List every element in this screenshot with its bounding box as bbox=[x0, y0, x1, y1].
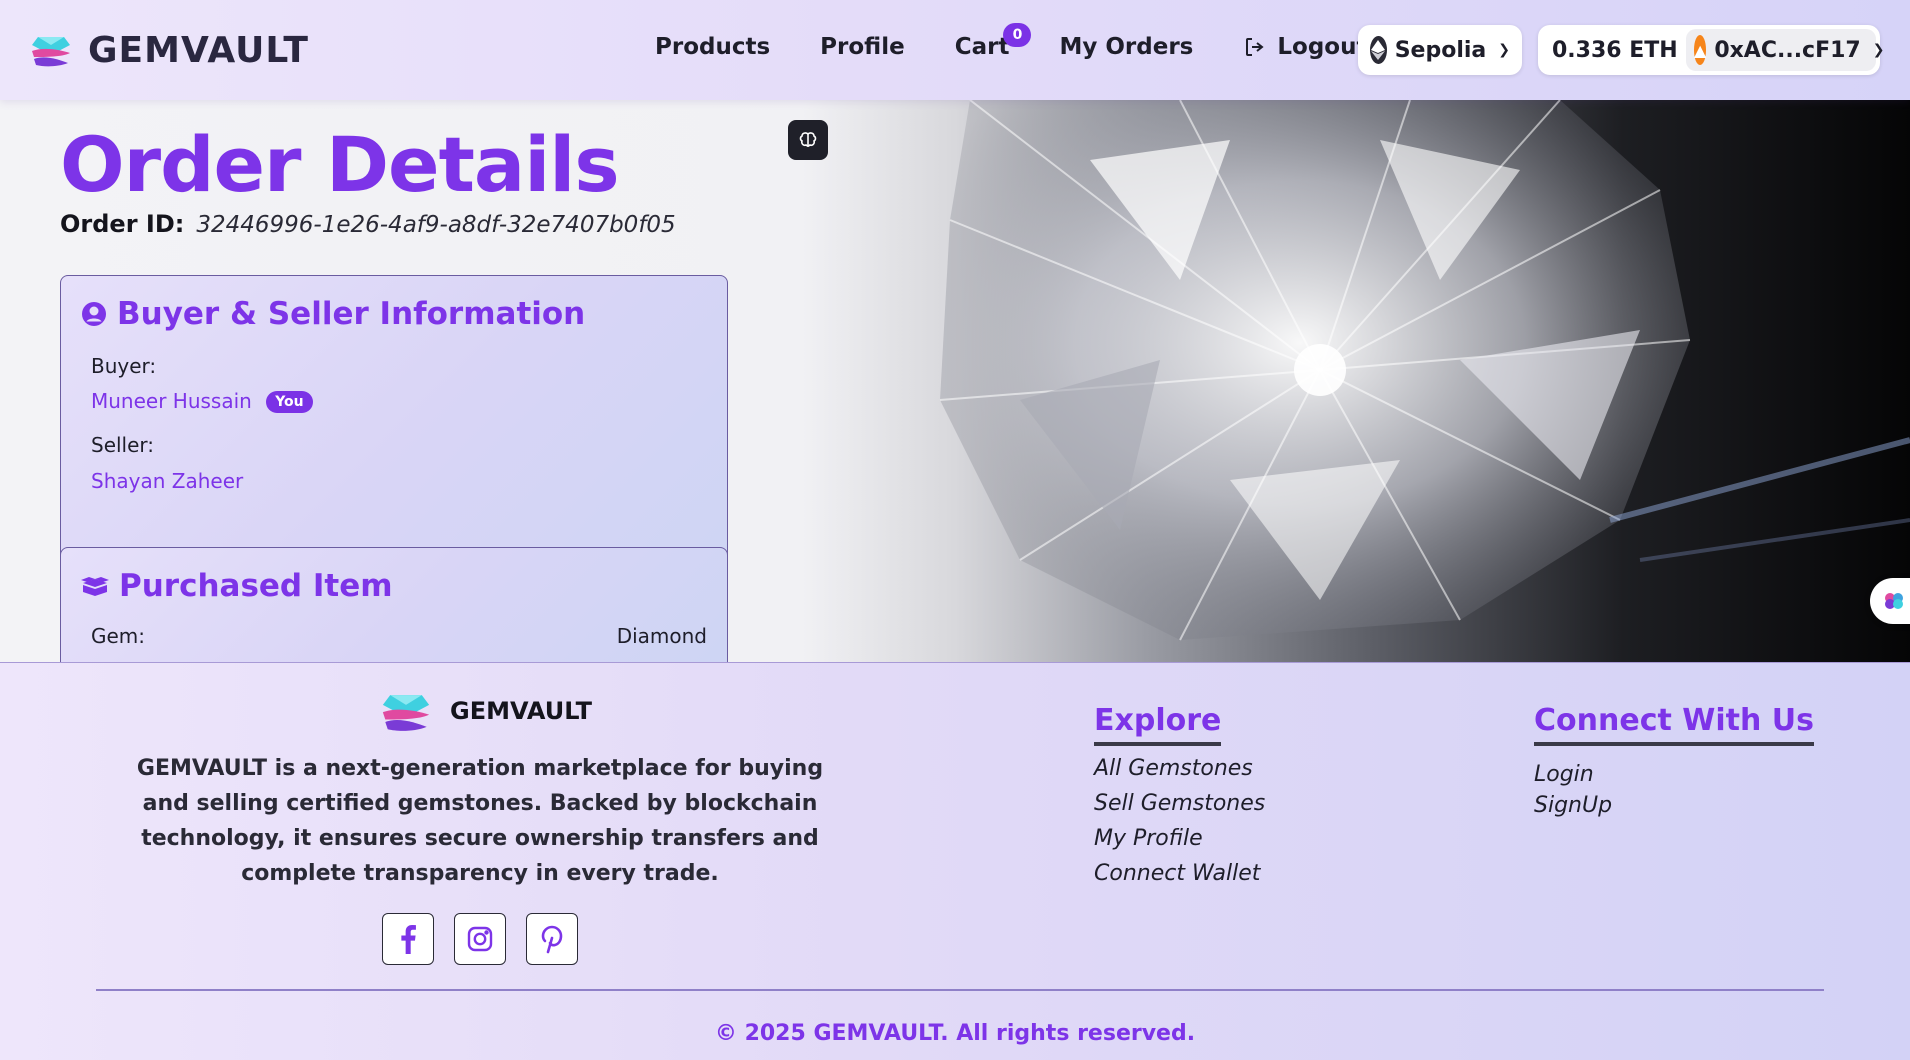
order-details-section: Order Details Order ID: 32446996-1e26-4a… bbox=[0, 100, 1910, 662]
footer-link-login[interactable]: Login bbox=[1534, 762, 1814, 787]
gem-value: Diamond bbox=[616, 624, 707, 648]
ai-assistant-button[interactable] bbox=[788, 120, 828, 160]
pinterest-link[interactable] bbox=[526, 913, 578, 965]
you-badge: You bbox=[266, 391, 313, 413]
buyer-seller-header: Buyer & Seller Information bbox=[81, 296, 585, 332]
site-footer: GEMVAULT GEMVAULT is a next-generation m… bbox=[0, 662, 1910, 1060]
order-id-label: Order ID: bbox=[60, 210, 185, 238]
facebook-icon bbox=[401, 924, 416, 954]
footer-explore-column: Explore All Gemstones Sell Gemstones My … bbox=[1094, 703, 1265, 886]
nav-cart-label: Cart bbox=[954, 34, 1010, 60]
diamond-hero-image bbox=[939, 100, 1910, 641]
seller-name-link[interactable]: Shayan Zaheer bbox=[91, 469, 243, 493]
social-links bbox=[382, 913, 578, 965]
footer-divider bbox=[96, 989, 1824, 991]
footer-link-my-profile[interactable]: My Profile bbox=[1094, 826, 1265, 851]
buyer-name: Muneer Hussain bbox=[91, 389, 252, 413]
order-id-value: 32446996-1e26-4af9-a8df-32e7407b0f05 bbox=[196, 212, 676, 238]
cart-count-badge: 0 bbox=[1003, 23, 1032, 47]
network-selector[interactable]: Sepolia ❯ bbox=[1358, 25, 1522, 75]
logout-icon bbox=[1246, 38, 1264, 56]
nav-logout[interactable]: Logout bbox=[1243, 34, 1367, 60]
chevron-down-icon: ❯ bbox=[1498, 42, 1510, 58]
metamask-fox-icon: ▲ bbox=[1694, 35, 1707, 65]
copyright-text: © 2025 GEMVAULT. All rights reserved. bbox=[714, 1021, 1196, 1046]
footer-brand[interactable]: GEMVAULT bbox=[378, 683, 592, 739]
instagram-icon bbox=[467, 926, 493, 952]
nav-cart[interactable]: Cart 0 bbox=[954, 23, 1032, 60]
footer-brand-name: GEMVAULT bbox=[450, 697, 592, 725]
nav-products[interactable]: Products bbox=[655, 34, 770, 60]
order-id-row: Order ID: 32446996-1e26-4af9-a8df-32e740… bbox=[60, 210, 676, 238]
footer-description: GEMVAULT is a next-generation marketplac… bbox=[136, 756, 824, 886]
colorful-brain-icon bbox=[1885, 593, 1903, 609]
buyer-name-link[interactable]: Muneer Hussain You bbox=[91, 389, 313, 413]
brain-icon bbox=[799, 132, 817, 147]
gem-label: Gem: bbox=[91, 624, 146, 648]
account-chip[interactable]: ▲ 0xAC...cF17 ❯ bbox=[1686, 29, 1884, 71]
explore-title: Explore bbox=[1094, 703, 1222, 746]
pinterest-icon bbox=[541, 925, 563, 954]
page-title: Order Details bbox=[60, 120, 620, 209]
gem-logo-icon bbox=[382, 695, 430, 731]
purchased-item-header: Purchased Item bbox=[81, 568, 393, 604]
nav-logout-label: Logout bbox=[1277, 34, 1368, 60]
footer-link-connect-wallet[interactable]: Connect Wallet bbox=[1094, 861, 1265, 886]
network-label: Sepolia bbox=[1394, 37, 1487, 63]
seller-label: Seller: bbox=[91, 433, 155, 457]
top-navbar: GEMVAULT Products Profile Cart 0 My Orde… bbox=[0, 0, 1910, 100]
connect-title: Connect With Us bbox=[1534, 703, 1814, 746]
buyer-seller-title: Buyer & Seller Information bbox=[117, 296, 586, 332]
chevron-down-icon: ❯ bbox=[1872, 42, 1885, 58]
brand-name: GEMVAULT bbox=[88, 29, 309, 71]
facebook-link[interactable] bbox=[382, 913, 434, 965]
purchased-item-card: Purchased Item Gem: Diamond bbox=[60, 547, 728, 662]
account-address: 0xAC...cF17 bbox=[1714, 37, 1861, 63]
floating-ai-chat-button[interactable] bbox=[1870, 578, 1910, 624]
footer-link-sell-gemstones[interactable]: Sell Gemstones bbox=[1094, 791, 1265, 816]
brand-home-link[interactable]: GEMVAULT bbox=[28, 27, 309, 73]
purchased-item-title: Purchased Item bbox=[119, 568, 393, 604]
box-icon bbox=[81, 577, 109, 596]
footer-link-signup[interactable]: SignUp bbox=[1534, 793, 1814, 818]
instagram-link[interactable] bbox=[454, 913, 506, 965]
nav-my-orders[interactable]: My Orders bbox=[1059, 34, 1193, 60]
user-circle-icon bbox=[82, 302, 106, 326]
footer-connect-column: Connect With Us Login SignUp bbox=[1534, 703, 1814, 818]
gem-logo-icon bbox=[32, 37, 70, 67]
footer-link-all-gemstones[interactable]: All Gemstones bbox=[1094, 756, 1265, 781]
main-nav: Products Profile Cart 0 My Orders Logout bbox=[655, 23, 1367, 60]
eth-balance: 0.336 ETH bbox=[1552, 37, 1678, 63]
buyer-label: Buyer: bbox=[91, 354, 157, 378]
wallet-account-button[interactable]: 0.336 ETH ▲ 0xAC...cF17 ❯ bbox=[1538, 25, 1884, 75]
nav-profile[interactable]: Profile bbox=[820, 34, 905, 60]
ethereum-icon bbox=[1370, 36, 1387, 64]
